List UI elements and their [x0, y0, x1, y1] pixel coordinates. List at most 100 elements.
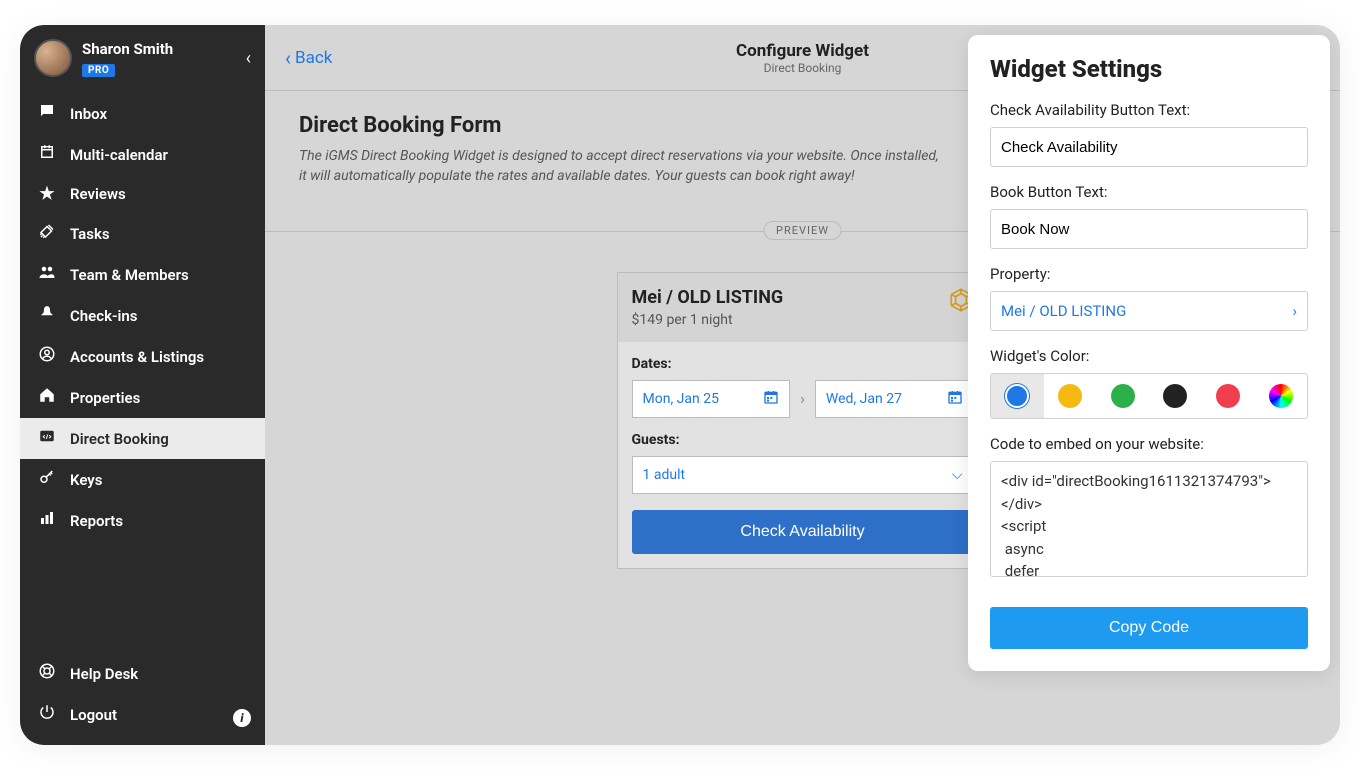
sidebar-item-keys[interactable]: Keys: [20, 459, 265, 500]
book-label: Book Button Text:: [990, 183, 1308, 201]
widget-settings-panel: Widget Settings Check Availability Butto…: [968, 35, 1330, 671]
back-label: Back: [295, 48, 332, 68]
sidebar-item-label: Check-ins: [70, 307, 137, 325]
broom-icon: [34, 222, 60, 245]
lifebuoy-icon: [34, 662, 60, 685]
sidebar-item-label: Help Desk: [70, 665, 138, 683]
power-icon: [34, 703, 60, 726]
settings-title: Widget Settings: [990, 55, 1308, 83]
chart-icon: [34, 509, 60, 532]
sidebar-item-inbox[interactable]: Inbox: [20, 93, 265, 134]
sidebar-item-checkins[interactable]: Check-ins: [20, 295, 265, 336]
color-option-red[interactable]: [1202, 374, 1255, 418]
dates-label: Dates:: [632, 356, 974, 372]
property-value: Mei / OLD LISTING: [1001, 302, 1126, 320]
sidebar-item-label: Inbox: [70, 105, 107, 123]
calendar-icon: [34, 143, 60, 166]
sidebar: Sharon Smith PRO ‹ Inbox Multi-calendar …: [20, 25, 265, 745]
date-to-input[interactable]: Wed, Jan 27: [815, 380, 974, 418]
code-label: Code to embed on your website:: [990, 435, 1308, 453]
property-select[interactable]: Mei / OLD LISTING ›: [990, 291, 1308, 331]
calendar-icon: [763, 389, 779, 409]
sidebar-item-label: Tasks: [70, 225, 110, 243]
sidebar-item-label: Reports: [70, 512, 123, 530]
sidebar-collapse-icon[interactable]: ‹: [246, 48, 251, 69]
code-icon: [34, 427, 60, 450]
date-from-value: Mon, Jan 25: [643, 391, 719, 407]
app-window: Sharon Smith PRO ‹ Inbox Multi-calendar …: [20, 25, 1340, 745]
pro-badge: PRO: [82, 64, 115, 77]
color-option-custom[interactable]: [1254, 374, 1307, 418]
sidebar-item-properties[interactable]: Properties: [20, 377, 265, 418]
users-icon: [34, 263, 60, 286]
inbox-icon: [34, 102, 60, 125]
sidebar-header: Sharon Smith PRO ‹: [20, 25, 265, 87]
preview-label: PREVIEW: [763, 221, 842, 240]
chevron-left-icon: ‹: [285, 46, 291, 70]
sidebar-item-label: Team & Members: [70, 266, 189, 284]
widget-listing-name: Mei / OLD LISTING: [632, 287, 974, 308]
avail-label: Check Availability Button Text:: [990, 101, 1308, 119]
sidebar-item-label: Logout: [70, 706, 117, 724]
sidebar-item-multicalendar[interactable]: Multi-calendar: [20, 134, 265, 175]
date-to-value: Wed, Jan 27: [826, 391, 902, 407]
property-label: Property:: [990, 265, 1308, 283]
widget-price: $149 per 1 night: [632, 312, 974, 328]
sidebar-item-label: Accounts & Listings: [70, 348, 204, 366]
booking-widget-preview: Mei / OLD LISTING $149 per 1 night Dates…: [617, 272, 989, 569]
color-option-yellow[interactable]: [1044, 374, 1097, 418]
star-icon: ★: [34, 184, 60, 204]
arrow-right-icon: ›: [800, 389, 805, 408]
guests-select[interactable]: 1 adult ⌵: [632, 456, 974, 494]
home-icon: [34, 386, 60, 409]
user-name: Sharon Smith: [82, 40, 246, 58]
sidebar-item-reports[interactable]: Reports: [20, 500, 265, 541]
code-group: Code to embed on your website:: [990, 435, 1308, 581]
sidebar-item-direct-booking[interactable]: Direct Booking: [20, 418, 265, 459]
calendar-icon: [947, 389, 963, 409]
avatar[interactable]: [34, 39, 72, 77]
sidebar-item-team[interactable]: Team & Members: [20, 254, 265, 295]
key-icon: [34, 468, 60, 491]
sidebar-nav: Inbox Multi-calendar ★ Reviews Tasks: [20, 93, 265, 653]
sidebar-item-label: Multi-calendar: [70, 146, 168, 164]
avail-text-group: Check Availability Button Text:: [990, 101, 1308, 167]
info-icon[interactable]: i: [233, 709, 251, 727]
book-text-input[interactable]: [990, 209, 1308, 249]
chevron-down-icon: ⌵: [952, 467, 963, 483]
page-description: The iGMS Direct Booking Widget is design…: [299, 146, 939, 187]
chevron-right-icon: ›: [1292, 302, 1297, 320]
sidebar-item-logout[interactable]: Logout: [20, 694, 265, 735]
user-block: Sharon Smith PRO: [82, 40, 246, 77]
color-label: Widget's Color:: [990, 347, 1308, 365]
date-row: Mon, Jan 25 › Wed, Jan 27: [632, 380, 974, 418]
avail-text-input[interactable]: [990, 127, 1308, 167]
sidebar-item-helpdesk[interactable]: Help Desk: [20, 653, 265, 694]
back-button[interactable]: ‹ Back: [285, 46, 332, 70]
check-availability-button[interactable]: Check Availability: [632, 510, 974, 554]
book-text-group: Book Button Text:: [990, 183, 1308, 249]
sidebar-item-label: Keys: [70, 471, 102, 489]
widget-header: Mei / OLD LISTING $149 per 1 night: [618, 273, 988, 342]
color-picker: [990, 373, 1308, 419]
sidebar-item-tasks[interactable]: Tasks: [20, 213, 265, 254]
account-icon: [34, 345, 60, 368]
sidebar-item-accounts[interactable]: Accounts & Listings: [20, 336, 265, 377]
copy-code-button[interactable]: Copy Code: [990, 607, 1308, 649]
sidebar-item-reviews[interactable]: ★ Reviews: [20, 175, 265, 213]
color-option-black[interactable]: [1149, 374, 1202, 418]
color-group: Widget's Color:: [990, 347, 1308, 419]
sidebar-item-label: Properties: [70, 389, 140, 407]
embed-code-textarea[interactable]: [990, 461, 1308, 577]
sidebar-item-label: Reviews: [70, 185, 126, 203]
color-option-green[interactable]: [1096, 374, 1149, 418]
sidebar-bottom: Help Desk Logout i: [20, 653, 265, 745]
color-option-blue[interactable]: [991, 374, 1044, 418]
sidebar-item-label: Direct Booking: [70, 430, 169, 448]
date-from-input[interactable]: Mon, Jan 25: [632, 380, 791, 418]
property-group: Property: Mei / OLD LISTING ›: [990, 265, 1308, 331]
guests-value: 1 adult: [643, 467, 686, 483]
bell-icon: [34, 304, 60, 327]
guests-label: Guests:: [632, 432, 974, 448]
main-content: ‹ Back Configure Widget Direct Booking D…: [265, 25, 1340, 745]
